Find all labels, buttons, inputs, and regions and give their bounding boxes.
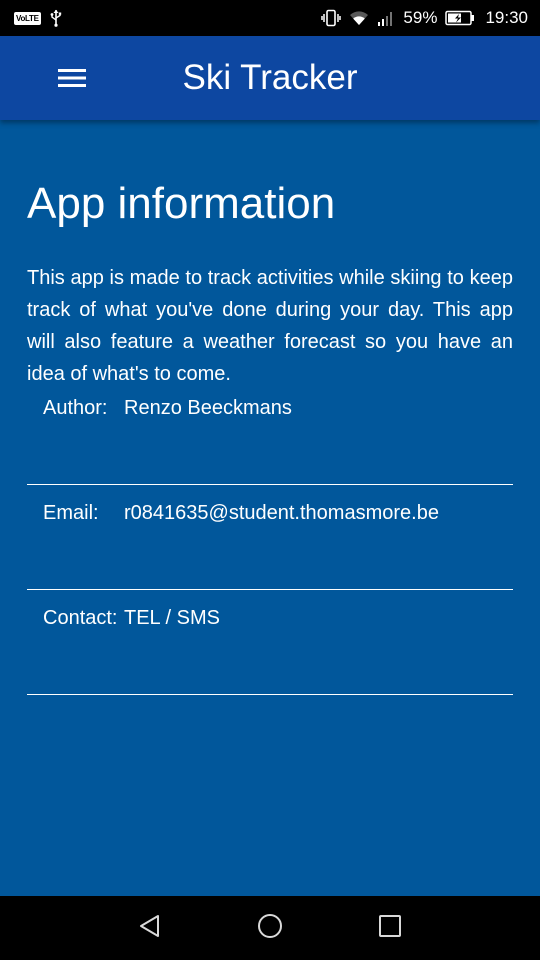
navigation-bar bbox=[0, 896, 540, 960]
email-row: Email: r0841635@student.thomasmore.be bbox=[27, 486, 513, 590]
app-title: Ski Tracker bbox=[182, 58, 358, 97]
battery-percent: 59% bbox=[403, 8, 438, 27]
wifi-icon bbox=[350, 11, 369, 25]
home-icon bbox=[258, 914, 282, 938]
status-right: 59% 19:30 bbox=[321, 8, 528, 28]
status-bar: VoLTE 59% 19:30 bbox=[0, 0, 540, 36]
volte-icon: VoLTE bbox=[14, 11, 41, 25]
clock: 19:30 bbox=[485, 8, 528, 27]
status-left: VoLTE bbox=[14, 9, 63, 27]
signal-icon bbox=[378, 12, 393, 26]
app-bar: Ski Tracker bbox=[0, 36, 540, 120]
contact-label: Contact: bbox=[43, 607, 118, 629]
author-row: Author: Renzo Beeckmans bbox=[27, 381, 513, 485]
email-label: Email: bbox=[43, 502, 99, 524]
app-screen: VoLTE 59% 19:30 Ski Tracker App informat… bbox=[0, 0, 540, 960]
page-title: App information bbox=[27, 179, 336, 228]
author-label: Author: bbox=[43, 397, 108, 419]
email-value: r0841635@student.thomasmore.be bbox=[124, 502, 439, 524]
recents-button[interactable] bbox=[370, 910, 410, 942]
main-content: App information This app is made to trac… bbox=[0, 120, 540, 896]
contact-row: Contact: TEL / SMS bbox=[27, 591, 513, 695]
home-button[interactable] bbox=[250, 910, 290, 942]
back-icon bbox=[140, 915, 159, 937]
contact-value: TEL / SMS bbox=[124, 607, 220, 629]
app-description: This app is made to track activities whi… bbox=[27, 267, 513, 385]
back-button[interactable] bbox=[130, 910, 170, 942]
author-value: Renzo Beeckmans bbox=[124, 397, 292, 419]
recents-icon bbox=[379, 915, 401, 937]
battery-icon bbox=[445, 10, 475, 26]
vibrate-icon bbox=[321, 9, 342, 27]
usb-icon bbox=[50, 9, 61, 27]
